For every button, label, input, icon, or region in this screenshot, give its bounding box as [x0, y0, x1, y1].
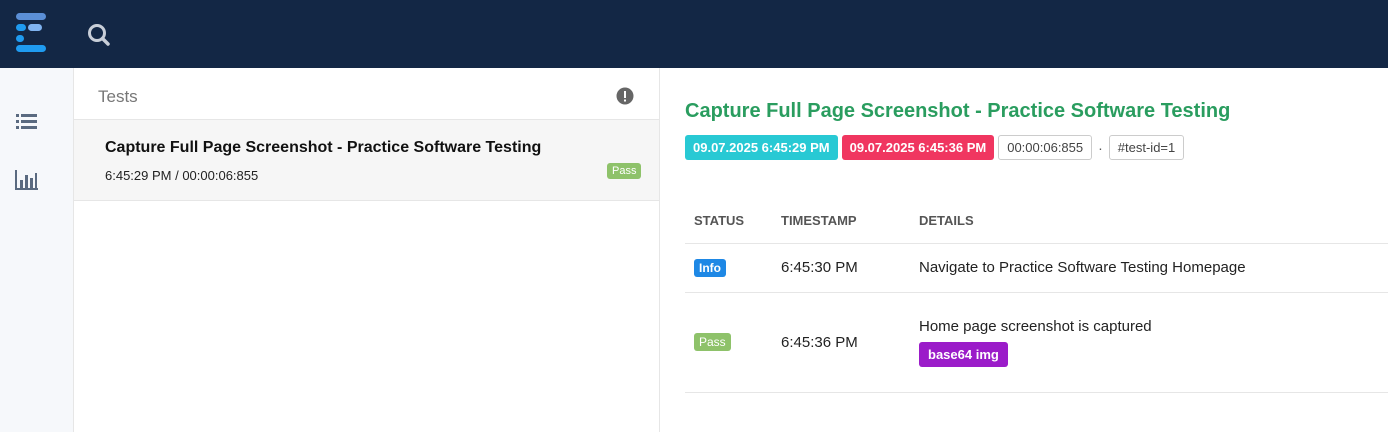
detail-title: Capture Full Page Screenshot - Practice … — [685, 100, 1231, 122]
badge-separator: · — [1098, 139, 1103, 156]
base64-img-button[interactable]: base64 img — [919, 341, 1008, 367]
test-id-badge: #test-id=1 — [1108, 135, 1185, 160]
exclamation-circle-icon[interactable] — [616, 87, 634, 105]
log-table: STATUS TIMESTAMP DETAILS Info 6:45:30 PM… — [685, 199, 1388, 393]
start-time-badge: 09.07.2025 6:45:29 PM — [685, 135, 838, 160]
status-column-header: STATUS — [685, 199, 772, 244]
list-icon[interactable] — [15, 112, 39, 134]
details-column-header: DETAILS — [910, 199, 1388, 244]
end-time-badge: 09.07.2025 6:45:36 PM — [841, 135, 995, 160]
status-cell: Info — [685, 243, 772, 293]
test-list-panel: Tests Capture Full Page Screenshot - Pra… — [74, 68, 660, 432]
info-badge: Info — [694, 258, 726, 277]
details-cell: Home page screenshot is captured base64 … — [910, 292, 1388, 393]
details-cell: Navigate to Practice Software Testing Ho… — [910, 243, 1388, 293]
extent-logo-icon[interactable] — [14, 12, 50, 54]
table-header-row: STATUS TIMESTAMP DETAILS — [685, 199, 1388, 244]
test-list-title: Tests — [98, 87, 138, 106]
details-text: Home page screenshot is captured — [919, 317, 1152, 335]
timestamp-cell: 6:45:36 PM — [772, 292, 910, 393]
side-nav — [0, 68, 74, 432]
test-list-item[interactable]: Capture Full Page Screenshot - Practice … — [74, 120, 659, 201]
test-detail-panel: Capture Full Page Screenshot - Practice … — [661, 68, 1388, 432]
test-name: Capture Full Page Screenshot - Practice … — [105, 139, 542, 156]
pass-badge: Pass — [694, 333, 731, 351]
search-icon[interactable] — [86, 22, 112, 48]
timestamp-column-header: TIMESTAMP — [772, 199, 910, 244]
test-time-duration: 6:45:29 PM / 00:00:06:855 — [105, 168, 259, 183]
timestamp-cell: 6:45:30 PM — [772, 243, 910, 293]
status-cell: Pass — [685, 292, 772, 393]
bar-chart-icon[interactable] — [15, 169, 39, 191]
table-row: Info 6:45:30 PM Navigate to Practice Sof… — [685, 243, 1388, 293]
duration-badge: 00:00:06:855 — [998, 135, 1093, 160]
top-bar — [0, 0, 1388, 68]
detail-badges: 09.07.2025 6:45:29 PM 09.07.2025 6:45:36… — [685, 135, 1188, 160]
status-badge: Pass — [607, 163, 642, 179]
test-list-header: Tests — [74, 68, 659, 120]
table-row: Pass 6:45:36 PM Home page screenshot is … — [685, 292, 1388, 393]
